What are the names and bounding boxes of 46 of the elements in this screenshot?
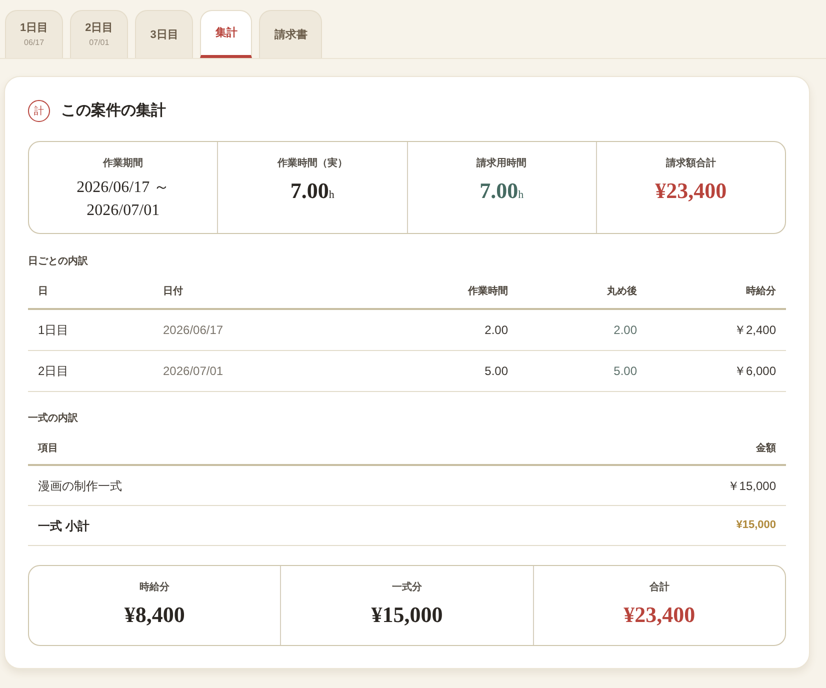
table-cell-text: 2026/06/17 [163,322,224,339]
column-header: 金額 [756,442,776,456]
title-badge: 計 [28,100,50,122]
total-label: 一式分 [392,581,422,594]
total-label: 時給分 [140,581,170,594]
total-value: ¥23,400 [624,602,696,628]
table-cell-text: 2.00 [484,322,508,339]
table-cell-text: 漫画の制作一式 [38,478,122,494]
subsection-heading: 日ごとの内訳 [28,255,89,268]
stat-value: 2026/06/17 ～ 2026/07/01 [76,178,170,221]
stat-label: 作業期間 [103,157,144,170]
tab-date: 07/01 [89,38,110,48]
tab[interactable]: 3日目 [135,10,194,58]
section-title: この案件の集計 [61,100,166,121]
tab-date: 06/17 [24,38,44,48]
total-label: 合計 [649,581,670,594]
column-header: 日 [37,285,49,299]
stat-value: 7.00h [290,178,334,205]
subtotal-amount: ¥15,000 [736,518,776,534]
table-cell-text: ￥2,400 [732,322,777,339]
tab[interactable]: 請求書 [259,10,322,58]
table-cell-text: 5.00 [484,363,508,380]
column-header: 丸め後 [606,284,637,299]
tab[interactable]: 2日目 07/01 [70,10,128,58]
stat-value: 7.00h [480,178,524,205]
table-cell-text: 2026/07/01 [163,363,224,380]
stat-label: 請求用時間 [476,157,527,170]
tab[interactable]: 集計 [200,10,252,58]
table-cell-text: ￥6,000 [732,363,777,380]
table-cell-text: 2日目 [37,363,70,380]
column-header: 作業時間 [466,284,508,299]
total-value: ¥15,000 [371,602,443,628]
column-header: 日付 [163,284,184,299]
subsection-heading: 一式の内訳 [28,412,79,425]
column-header: 項目 [38,442,58,456]
table-cell-text: 2.00 [612,322,637,339]
table-cell-text: 1日目 [37,322,70,339]
table-cell-text: ￥15,000 [727,478,776,494]
stat-label: 作業時間（実） [277,157,348,170]
table-cell-text: 5.00 [612,363,637,380]
stat-value: ¥23,400 [655,178,727,204]
tab[interactable]: 1日目 06/17 [5,10,64,58]
subtotal-label: 一式 小計 [38,518,90,534]
column-header: 時給分 [745,284,777,299]
total-value: ¥8,400 [124,602,185,628]
stat-label: 請求額合計 [666,157,716,170]
